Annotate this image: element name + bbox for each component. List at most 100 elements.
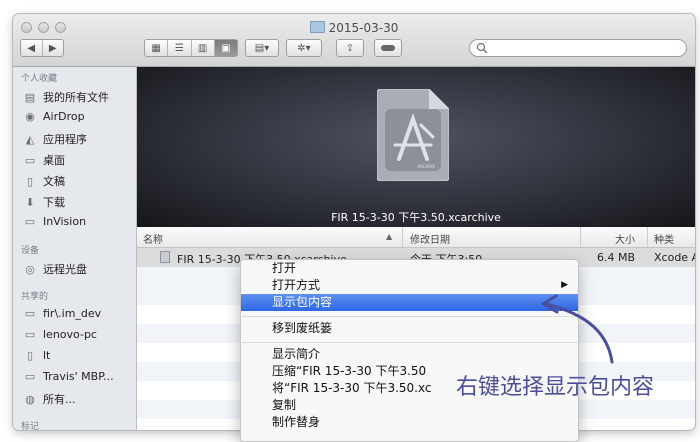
sidebar-item-all-files[interactable]: ▤ 我的所有文件 (23, 89, 109, 105)
forward-arrow-icon: ▶ (48, 42, 57, 54)
sidebar-item-lt[interactable]: ▯ lt (23, 349, 50, 362)
computer-icon: ▯ (26, 349, 34, 362)
sidebar-item-applications[interactable]: ◭ 应用程序 (23, 131, 87, 147)
sidebar-item-documents[interactable]: ▯ 文稿 (23, 173, 65, 189)
column-view-icon: ▥ (197, 42, 208, 54)
list-view-icon: ☰ (174, 42, 184, 54)
sidebar-item-all-shared[interactable]: ◍ 所有... (23, 391, 76, 407)
tag-icon (381, 45, 395, 51)
sidebar-item-label: 远程光盘 (43, 263, 87, 276)
menu-item-label: 打开方式 (272, 278, 321, 292)
menu-item-open[interactable]: 打开 (241, 260, 578, 277)
menu-separator (242, 342, 577, 343)
window-title-text: 2015-03-30 (328, 21, 399, 35)
share-icon: ⇪ (345, 42, 355, 54)
sidebar-item-label: 所有... (43, 393, 76, 406)
sidebar-item-fir-im-dev[interactable]: ▭ fir\.im_dev (23, 307, 101, 320)
back-arrow-icon: ◀ (27, 42, 36, 54)
sidebar-item-label: 桌面 (43, 154, 65, 167)
sidebar-item-label: 文稿 (43, 175, 65, 188)
sidebar-item-remote-disc[interactable]: ◎ 远程光盘 (23, 261, 87, 277)
sidebar-item-label: 我的所有文件 (43, 91, 109, 104)
sidebar-item-label: lenovo-pc (43, 328, 97, 341)
icon-view-icon: ▦ (151, 42, 161, 54)
column-header-name[interactable]: 名称 (143, 231, 163, 246)
sidebar: 个人收藏 ▤ 我的所有文件 ◉ AirDrop ◭ 应用程序 ▭ 桌面 ▯ 文稿… (13, 67, 137, 430)
forward-button[interactable]: ▶ (43, 40, 64, 56)
computer-icon: ▭ (24, 328, 36, 341)
sidebar-item-label: lt (43, 349, 51, 362)
icon-view-button[interactable]: ▦ (145, 40, 169, 56)
sidebar-item-label: 应用程序 (43, 133, 87, 146)
column-header-kind[interactable]: 种类 (654, 231, 674, 246)
window-title: 2015-03-30 (13, 21, 695, 35)
cover-flow-preview: ARCHIVE FIR 15-3-30 下午3.50.xcarchive (137, 67, 695, 227)
all-files-icon: ▤ (24, 90, 36, 104)
remote-disc-icon: ◎ (25, 262, 35, 276)
action-button[interactable]: ✲▾ (286, 39, 322, 57)
folder-icon (309, 21, 325, 33)
computer-icon: ▭ (24, 370, 36, 383)
column-divider (580, 227, 581, 247)
downloads-icon: ⬇ (25, 195, 35, 209)
menu-item-show-package-contents[interactable]: 显示包内容 (241, 294, 578, 311)
submenu-arrow-icon: ▶ (561, 280, 568, 290)
column-header-date[interactable]: 修改日期 (410, 231, 450, 246)
documents-icon: ▯ (26, 174, 34, 188)
folder-icon: ▭ (24, 215, 36, 228)
search-field[interactable] (469, 39, 687, 57)
sidebar-tags-header: 标记 (21, 422, 40, 430)
share-button[interactable]: ⇪ (336, 39, 364, 57)
archive-badge: ARCHIVE (417, 164, 435, 169)
sidebar-item-label: AirDrop (43, 110, 85, 123)
desktop-icon: ▭ (24, 153, 36, 167)
list-view-button[interactable]: ☰ (168, 40, 192, 56)
column-header-size[interactable]: 大小 (615, 231, 635, 246)
sidebar-item-label: fir\.im_dev (43, 307, 102, 320)
xcarchive-file-icon (160, 251, 170, 263)
cover-flow-icon: ▣ (221, 42, 231, 54)
sidebar-item-desktop[interactable]: ▭ 桌面 (23, 152, 65, 168)
column-view-button[interactable]: ▥ (192, 40, 215, 56)
menu-item-open-with[interactable]: 打开方式 ▶ (241, 277, 578, 294)
annotation-text: 右键选择显示包内容 (456, 375, 655, 400)
sort-ascending-icon: ▲ (386, 232, 393, 241)
menu-item-make-alias[interactable]: 制作替身 (241, 414, 578, 431)
menu-item-move-to-trash[interactable]: 移到废纸篓 (241, 320, 578, 337)
file-kind: Xcode A (654, 251, 695, 264)
sidebar-item-label: InVision (43, 215, 87, 228)
sidebar-item-downloads[interactable]: ⬇ 下载 (23, 194, 65, 210)
column-divider (647, 227, 648, 247)
xcarchive-document-icon[interactable]: ARCHIVE (377, 89, 449, 181)
file-size: 6.4 MB (597, 251, 636, 264)
search-icon (476, 42, 488, 54)
cover-flow-button[interactable]: ▣ (214, 40, 237, 56)
applications-icon: ◭ (25, 132, 35, 146)
sidebar-shared-header: 共享的 (21, 292, 49, 302)
computer-icon: ▭ (24, 307, 36, 320)
title-bar: 2015-03-30 ◀ ▶ ▦ ☰ ▥ ▣ ▤▾ ✲▾ ⇪ (13, 14, 695, 67)
arrange-button[interactable]: ▤▾ (245, 39, 279, 57)
sidebar-item-travis-mbp[interactable]: ▭ Travis' MBP... (23, 370, 114, 383)
sidebar-item-airdrop[interactable]: ◉ AirDrop (23, 110, 85, 123)
airdrop-icon: ◉ (25, 110, 35, 123)
sidebar-favorites-header: 个人收藏 (21, 74, 58, 84)
menu-separator (242, 316, 577, 317)
sidebar-item-invision[interactable]: ▭ InVision (23, 215, 86, 228)
sidebar-devices-header: 设备 (21, 246, 40, 256)
menu-item-get-info[interactable]: 显示简介 (241, 346, 578, 363)
list-header: 名称 ▲ 修改日期 大小 种类 (137, 227, 695, 248)
sidebar-item-lenovo-pc[interactable]: ▭ lenovo-pc (23, 328, 97, 341)
preview-caption: FIR 15-3-30 下午3.50.xcarchive (331, 211, 501, 224)
gear-icon: ✲▾ (297, 42, 311, 54)
arrange-icon: ▤▾ (254, 42, 270, 54)
back-button[interactable]: ◀ (21, 40, 43, 56)
context-menu: 打开 打开方式 ▶ 显示包内容 移到废纸篓 显示简介 压缩“FIR 15-3-3… (240, 259, 579, 442)
view-mode-control: ▦ ☰ ▥ ▣ (144, 39, 238, 57)
network-icon: ◍ (25, 392, 35, 406)
column-divider (402, 227, 403, 247)
sidebar-item-label: Travis' MBP... (43, 370, 114, 383)
tags-button[interactable] (374, 39, 402, 57)
sidebar-item-label: 下载 (43, 196, 65, 209)
back-forward-control: ◀ ▶ (20, 39, 64, 57)
